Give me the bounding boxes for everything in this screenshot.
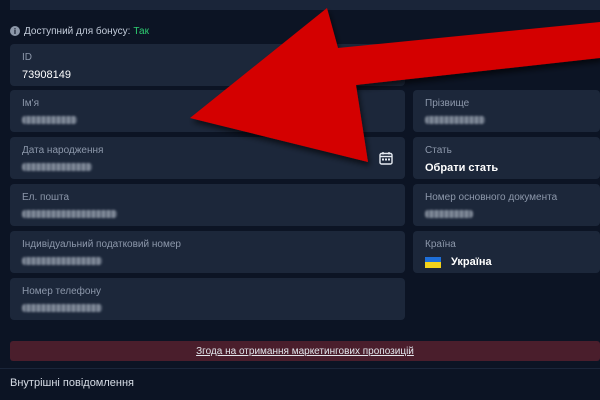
last-name-label: Прізвище <box>425 98 470 109</box>
country-label: Країна <box>425 239 456 250</box>
bonus-value: Так <box>133 25 149 37</box>
document-label: Номер основного документа <box>425 192 558 203</box>
birth-date-label: Дата народження <box>22 145 104 156</box>
marketing-consent-bar: Згода на отримання маркетингових пропози… <box>10 341 600 361</box>
document-value-redacted <box>425 210 473 218</box>
id-label: ID <box>22 52 32 63</box>
last-name-field[interactable]: Прізвище <box>413 90 600 132</box>
marketing-consent-link[interactable]: Згода на отримання маркетингових пропози… <box>196 346 414 357</box>
tax-id-field[interactable]: Індивідуальний податковий номер <box>10 231 405 273</box>
top-strip <box>10 0 600 10</box>
email-field[interactable]: Ел. пошта <box>10 184 405 226</box>
gender-value: Обрати стать <box>425 162 499 174</box>
gender-select[interactable]: Стать Обрати стать <box>413 137 600 179</box>
first-name-value-redacted <box>22 116 77 124</box>
document-field[interactable]: Номер основного документа <box>413 184 600 226</box>
internal-messages-heading: Внутрішні повідомлення <box>10 377 135 389</box>
birth-date-value-redacted <box>22 163 92 171</box>
ukraine-flag-icon <box>425 256 441 268</box>
last-name-value-redacted <box>425 116 485 124</box>
email-label: Ел. пошта <box>22 192 70 203</box>
tax-id-label: Індивідуальний податковий номер <box>22 239 181 250</box>
divider <box>0 368 600 369</box>
id-field: ID 73908149 <box>10 44 405 86</box>
info-icon: i <box>10 26 20 36</box>
bonus-status: i Доступний для бонусу: Так <box>10 24 149 38</box>
bonus-label: Доступний для бонусу: <box>24 25 131 37</box>
phone-label: Номер телефону <box>22 286 101 297</box>
birth-date-field[interactable]: Дата народження <box>10 137 405 179</box>
id-value: 73908149 <box>22 69 71 81</box>
email-value-redacted <box>22 210 117 218</box>
gender-label: Стать <box>425 145 452 156</box>
calendar-icon[interactable] <box>379 151 393 165</box>
phone-value-redacted <box>22 304 102 312</box>
phone-field[interactable]: Номер телефону <box>10 278 405 320</box>
country-value: Україна <box>451 256 492 268</box>
tax-id-value-redacted <box>22 257 102 265</box>
country-select[interactable]: Країна Україна <box>413 231 600 273</box>
first-name-label: Ім'я <box>22 98 39 109</box>
first-name-field[interactable]: Ім'я <box>10 90 405 132</box>
